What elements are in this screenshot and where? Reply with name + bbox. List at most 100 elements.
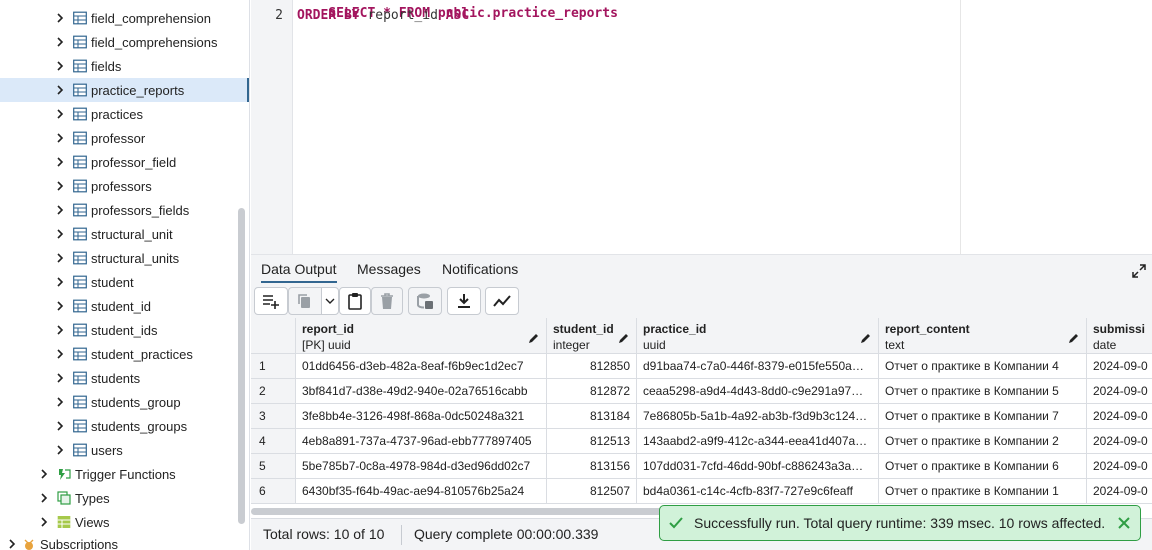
edit-pencil-icon[interactable] bbox=[528, 331, 540, 343]
table-cell-date[interactable]: 2024-09-0 bbox=[1087, 379, 1152, 404]
chevron-right-icon[interactable] bbox=[53, 227, 67, 241]
chevron-right-icon[interactable] bbox=[53, 347, 67, 361]
chevron-right-icon[interactable] bbox=[53, 371, 67, 385]
sidebar-item-professor[interactable]: professor bbox=[0, 126, 249, 150]
row-number-cell[interactable]: 3 bbox=[251, 404, 296, 429]
table-cell-student-id[interactable]: 812507 bbox=[547, 479, 637, 504]
copy-button[interactable] bbox=[288, 287, 322, 315]
sidebar-item-professors-fields[interactable]: professors_fields bbox=[0, 198, 249, 222]
sidebar-item-fields[interactable]: fields bbox=[0, 54, 249, 78]
chevron-right-icon[interactable] bbox=[53, 395, 67, 409]
sidebar-item-student-practices[interactable]: student_practices bbox=[0, 342, 249, 366]
table-cell-student-id[interactable]: 812513 bbox=[547, 429, 637, 454]
table-cell-date[interactable]: 2024-09-0 bbox=[1087, 479, 1152, 504]
table-cell-date[interactable]: 2024-09-0 bbox=[1087, 354, 1152, 379]
table-cell-report-id[interactable]: 4eb8a891-737a-4737-96ad-ebb777897405 bbox=[296, 429, 547, 454]
row-number-cell[interactable]: 2 bbox=[251, 379, 296, 404]
sidebar-item-practice-reports[interactable]: practice_reports bbox=[0, 78, 249, 102]
chevron-right-icon[interactable] bbox=[53, 323, 67, 337]
column-header-submissi[interactable]: submissi date bbox=[1087, 318, 1152, 354]
sidebar-item-structural-unit[interactable]: structural_unit bbox=[0, 222, 249, 246]
sidebar-item-student[interactable]: student bbox=[0, 270, 249, 294]
chevron-right-icon[interactable] bbox=[53, 59, 67, 73]
table-cell-report-content[interactable]: Отчет о практике в Компании 7 bbox=[879, 404, 1087, 429]
row-number-cell[interactable]: 6 bbox=[251, 479, 296, 504]
delete-button[interactable] bbox=[371, 287, 403, 315]
row-number-cell[interactable]: 5 bbox=[251, 454, 296, 479]
tab-data-output[interactable]: Data Output bbox=[261, 261, 337, 283]
table-cell-practice-id[interactable]: 7e86805b-5a1b-4a92-ab3b-f3d9b3c124… bbox=[637, 404, 879, 429]
table-cell-report-content[interactable]: Отчет о практике в Компании 6 bbox=[879, 454, 1087, 479]
table-cell-report-content[interactable]: Отчет о практике в Компании 2 bbox=[879, 429, 1087, 454]
column-header-report-id[interactable]: report_id [PK] uuid bbox=[296, 318, 547, 354]
chevron-right-icon[interactable] bbox=[53, 131, 67, 145]
table-cell-date[interactable]: 2024-09-0 bbox=[1087, 454, 1152, 479]
sidebar-item-structural-units[interactable]: structural_units bbox=[0, 246, 249, 270]
close-icon[interactable] bbox=[1117, 516, 1131, 530]
chevron-right-icon[interactable] bbox=[53, 299, 67, 313]
edit-pencil-icon[interactable] bbox=[1068, 331, 1080, 343]
sidebar-item-professor-field[interactable]: professor_field bbox=[0, 150, 249, 174]
row-number-cell[interactable]: 1 bbox=[251, 354, 296, 379]
column-header-report-content[interactable]: report_content text bbox=[879, 318, 1087, 354]
sidebar-item-field-comprehensions[interactable]: field_comprehensions bbox=[0, 30, 249, 54]
table-cell-student-id[interactable]: 813184 bbox=[547, 404, 637, 429]
sidebar-item-practices[interactable]: practices bbox=[0, 102, 249, 126]
table-cell-report-id[interactable]: 6430bf35-f64b-49ac-ae94-810576b25a24 bbox=[296, 479, 547, 504]
query-editor[interactable]: 2 SELECT * FROM public.practice_reports … bbox=[251, 0, 1152, 254]
column-header-practice-id[interactable]: practice_id uuid bbox=[637, 318, 879, 354]
table-cell-report-content[interactable]: Отчет о практике в Компании 5 bbox=[879, 379, 1087, 404]
table-cell-report-content[interactable]: Отчет о практике в Компании 4 bbox=[879, 354, 1087, 379]
table-cell-student-id[interactable]: 812850 bbox=[547, 354, 637, 379]
sidebar-scrollbar[interactable] bbox=[238, 208, 245, 524]
edit-pencil-icon[interactable] bbox=[860, 331, 872, 343]
chevron-right-icon[interactable] bbox=[53, 443, 67, 457]
chevron-right-icon[interactable] bbox=[53, 155, 67, 169]
edit-pencil-icon[interactable] bbox=[618, 331, 630, 343]
chevron-right-icon[interactable] bbox=[53, 275, 67, 289]
sidebar-item-student-id[interactable]: student_id bbox=[0, 294, 249, 318]
sidebar-item-students-groups[interactable]: students_groups bbox=[0, 414, 249, 438]
sidebar-item-professors[interactable]: professors bbox=[0, 174, 249, 198]
table-cell-report-id[interactable]: 5be785b7-0c8a-4978-984d-d3ed96dd02c7 bbox=[296, 454, 547, 479]
table-cell-student-id[interactable]: 812872 bbox=[547, 379, 637, 404]
sidebar-group-views[interactable]: Views bbox=[0, 510, 249, 534]
sidebar-item-field-comprehension[interactable]: field_comprehension bbox=[0, 6, 249, 30]
table-cell-practice-id[interactable]: bd4a0361-c14c-4cfb-83f7-727e9c6feaff bbox=[637, 479, 879, 504]
chevron-right-icon[interactable] bbox=[53, 107, 67, 121]
chevron-right-icon[interactable] bbox=[53, 35, 67, 49]
chevron-right-icon[interactable] bbox=[53, 419, 67, 433]
sidebar-item-subscriptions[interactable]: Subscriptions bbox=[0, 532, 249, 550]
add-row-button[interactable] bbox=[254, 287, 288, 315]
table-cell-practice-id[interactable]: d91baa74-c7a0-446f-8379-e015fe550a… bbox=[637, 354, 879, 379]
chevron-right-icon[interactable] bbox=[5, 537, 19, 550]
table-cell-report-content[interactable]: Отчет о практике в Компании 1 bbox=[879, 479, 1087, 504]
table-cell-student-id[interactable]: 813156 bbox=[547, 454, 637, 479]
chevron-right-icon[interactable] bbox=[53, 251, 67, 265]
table-cell-practice-id[interactable]: 107dd031-7cfd-46dd-90bf-c886243a3a… bbox=[637, 454, 879, 479]
chevron-right-icon[interactable] bbox=[37, 491, 51, 505]
graph-visualiser-button[interactable] bbox=[485, 287, 519, 315]
row-number-cell[interactable]: 4 bbox=[251, 429, 296, 454]
chevron-right-icon[interactable] bbox=[53, 203, 67, 217]
tab-notifications[interactable]: Notifications bbox=[442, 261, 518, 277]
chevron-right-icon[interactable] bbox=[53, 83, 67, 97]
table-cell-report-id[interactable]: 3fe8bb4e-3126-498f-868a-0dc50248a321 bbox=[296, 404, 547, 429]
sidebar-group-trigger-functions[interactable]: Trigger Functions bbox=[0, 462, 249, 486]
table-cell-practice-id[interactable]: ceaa5298-a9d4-4d43-8dd0-c9e291a97… bbox=[637, 379, 879, 404]
column-header-student-id[interactable]: student_id integer bbox=[547, 318, 637, 354]
tab-messages[interactable]: Messages bbox=[357, 261, 421, 277]
table-cell-report-id[interactable]: 3bf841d7-d38e-49d2-940e-02a76516cabb bbox=[296, 379, 547, 404]
sidebar-item-student-ids[interactable]: student_ids bbox=[0, 318, 249, 342]
paste-button[interactable] bbox=[339, 287, 371, 315]
expand-icon[interactable] bbox=[1132, 264, 1146, 278]
download-button[interactable] bbox=[447, 287, 481, 315]
table-cell-date[interactable]: 2024-09-0 bbox=[1087, 429, 1152, 454]
table-cell-date[interactable]: 2024-09-0 bbox=[1087, 404, 1152, 429]
chevron-right-icon[interactable] bbox=[53, 11, 67, 25]
table-cell-practice-id[interactable]: 143aabd2-a9f9-412c-a344-eea41d407a… bbox=[637, 429, 879, 454]
sidebar-group-types[interactable]: Types bbox=[0, 486, 249, 510]
chevron-right-icon[interactable] bbox=[37, 467, 51, 481]
copy-options-dropdown[interactable] bbox=[321, 287, 339, 315]
chevron-right-icon[interactable] bbox=[37, 515, 51, 529]
